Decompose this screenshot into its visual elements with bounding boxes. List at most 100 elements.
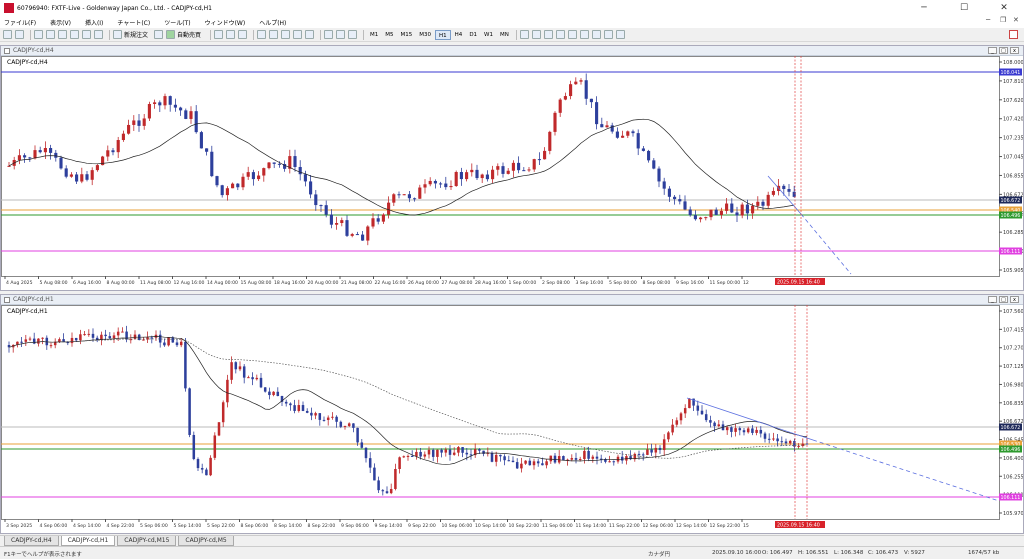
candle-body bbox=[192, 434, 196, 460]
candle-body bbox=[469, 454, 473, 456]
candle-body bbox=[373, 467, 376, 481]
tab-cadjpy-m5[interactable]: CADJPY-cd,M5 bbox=[178, 536, 234, 546]
status-open: O: 106.497 bbox=[762, 550, 793, 556]
chart-close-button[interactable]: x bbox=[1010, 47, 1019, 54]
new-chart-icon[interactable] bbox=[3, 30, 12, 39]
channel-icon[interactable] bbox=[579, 30, 589, 39]
vertical-line-icon[interactable] bbox=[543, 30, 553, 39]
timeframe-m15[interactable]: M15 bbox=[398, 30, 416, 40]
metaeditor-icon[interactable] bbox=[154, 30, 164, 39]
candle-body bbox=[771, 190, 775, 195]
candle-body bbox=[704, 414, 708, 421]
menu-bar: ファイル(F) 表示(V) 挿入(I) チャート(C) ツール(T) ウィンドウ… bbox=[0, 16, 1024, 28]
menu-tools[interactable]: ツール(T) bbox=[164, 18, 190, 27]
timeframe-m1[interactable]: M1 bbox=[367, 30, 381, 40]
menu-view[interactable]: 表示(V) bbox=[50, 18, 71, 27]
candle-body bbox=[740, 204, 744, 216]
candle-body bbox=[230, 362, 233, 380]
data-window-icon[interactable] bbox=[46, 30, 55, 39]
time-axis-label: 5 Sep 00:00 bbox=[609, 280, 637, 286]
support-line-label: 106.496 bbox=[1001, 213, 1021, 219]
close-button[interactable]: ✕ bbox=[984, 0, 1024, 16]
mdi-close-icon[interactable]: ✕ bbox=[1013, 16, 1019, 24]
menu-insert[interactable]: 挿入(I) bbox=[85, 18, 103, 27]
chart-shift-icon[interactable] bbox=[293, 30, 303, 39]
zoom-in-icon[interactable] bbox=[257, 30, 267, 39]
crosshair-icon[interactable] bbox=[531, 30, 541, 39]
minimize-button[interactable]: ─ bbox=[904, 0, 944, 16]
profiles-icon[interactable] bbox=[15, 30, 24, 39]
candle-body bbox=[262, 168, 266, 176]
candle-body bbox=[780, 441, 784, 443]
candle-body bbox=[636, 133, 640, 149]
candle-body bbox=[578, 459, 582, 461]
chart-window-h4[interactable]: CADJPY-cd,H4 _ □ x CADJPY-cd,H4 108.000 10… bbox=[0, 45, 1024, 291]
cursor-icon[interactable] bbox=[519, 30, 529, 39]
timeframe-h1[interactable]: H1 bbox=[435, 29, 451, 40]
candle-body bbox=[305, 410, 309, 413]
menu-window[interactable]: ウィンドウ(W) bbox=[205, 18, 246, 27]
editor-icon[interactable] bbox=[94, 30, 103, 39]
auto-scroll-icon[interactable] bbox=[305, 30, 315, 39]
new-order-button[interactable]: 新規注文 bbox=[113, 30, 148, 39]
candle-body bbox=[231, 183, 235, 189]
templates-icon[interactable] bbox=[348, 30, 358, 39]
search-icon[interactable] bbox=[1009, 30, 1018, 39]
chart-minimize-button[interactable]: _ bbox=[988, 296, 997, 303]
chart-restore-button[interactable]: □ bbox=[999, 296, 1008, 303]
toolbar-separator bbox=[363, 29, 365, 40]
mdi-minimize-icon[interactable]: ─ bbox=[986, 16, 990, 24]
zoom-out-icon[interactable] bbox=[269, 30, 279, 39]
maximize-button[interactable]: ☐ bbox=[944, 0, 984, 16]
tester-icon[interactable] bbox=[82, 30, 91, 39]
text-icon[interactable] bbox=[603, 30, 613, 39]
timeframe-mn[interactable]: MN bbox=[497, 30, 512, 40]
mdi-restore-icon[interactable]: ❐ bbox=[1000, 16, 1006, 24]
chart-restore-button[interactable]: □ bbox=[999, 47, 1008, 54]
timeframe-m5[interactable]: M5 bbox=[382, 30, 396, 40]
candle-body bbox=[583, 450, 586, 460]
horizontal-line-icon[interactable] bbox=[555, 30, 565, 39]
market-watch-icon[interactable] bbox=[34, 30, 43, 39]
candle-body bbox=[558, 99, 562, 113]
price-chart-h4[interactable]: CADJPY-cd,H4 108.000 107.810 107.620 107.420… bbox=[1, 56, 1023, 290]
current-price-line-label: 106.672 bbox=[1001, 425, 1021, 431]
navigator-icon[interactable] bbox=[58, 30, 67, 39]
chart-caption-h4[interactable]: CADJPY-cd,H4 _ □ x bbox=[1, 46, 1023, 56]
bar-chart-icon[interactable] bbox=[214, 30, 224, 39]
candle-body bbox=[326, 417, 330, 420]
price-chart-h1[interactable]: CADJPY-cd,H1 107.560 107.415 107.270 107.125… bbox=[1, 305, 1023, 533]
tab-cadjpy-h1[interactable]: CADJPY-cd,H1 bbox=[60, 536, 116, 546]
line-chart-icon[interactable] bbox=[238, 30, 248, 39]
candlestick-icon[interactable] bbox=[226, 30, 236, 39]
periods-icon[interactable] bbox=[336, 30, 346, 39]
label-icon[interactable] bbox=[615, 30, 625, 39]
tab-cadjpy-m15[interactable]: CADJPY-cd,M15 bbox=[117, 536, 177, 546]
auto-trade-button[interactable]: 自動売買 bbox=[166, 30, 201, 39]
menu-help[interactable]: ヘルプ(H) bbox=[259, 18, 286, 27]
chart-close-button[interactable]: x bbox=[1010, 296, 1019, 303]
candle-body bbox=[272, 162, 276, 164]
timeframe-m30[interactable]: M30 bbox=[416, 30, 434, 40]
menu-chart[interactable]: チャート(C) bbox=[117, 18, 150, 27]
candle-body bbox=[226, 379, 229, 403]
candle-body bbox=[234, 362, 238, 370]
tab-cadjpy-h4[interactable]: CADJPY-cd,H4 bbox=[4, 536, 59, 546]
timeframe-w1[interactable]: W1 bbox=[481, 30, 496, 40]
candle-body bbox=[448, 449, 452, 455]
chart-minimize-button[interactable]: _ bbox=[988, 47, 997, 54]
trendline-icon[interactable] bbox=[567, 30, 577, 39]
terminal-icon[interactable] bbox=[70, 30, 79, 39]
timeframe-h4[interactable]: H4 bbox=[452, 30, 466, 40]
candle-body bbox=[440, 449, 443, 453]
candle-body bbox=[406, 455, 410, 457]
timeframe-d1[interactable]: D1 bbox=[466, 30, 480, 40]
candle-body bbox=[33, 150, 37, 159]
indicators-icon[interactable] bbox=[324, 30, 334, 39]
chart-caption-h1[interactable]: CADJPY-cd,H1 _ □ x bbox=[1, 295, 1023, 305]
tile-windows-icon[interactable] bbox=[281, 30, 291, 39]
fibonacci-icon[interactable] bbox=[591, 30, 601, 39]
candle-body bbox=[407, 194, 411, 199]
menu-file[interactable]: ファイル(F) bbox=[4, 18, 36, 27]
chart-window-h1[interactable]: CADJPY-cd,H1 _ □ x CADJPY-cd,H1 107.560 10… bbox=[0, 294, 1024, 534]
